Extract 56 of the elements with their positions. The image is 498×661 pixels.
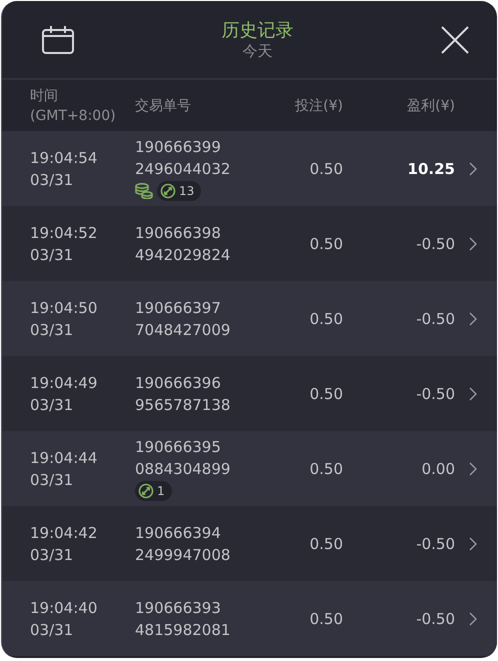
header-title: 历史记录 [222, 20, 294, 42]
stake-cell-text: 0.50 [308, 534, 343, 554]
stake-cell-text: 0.50 [308, 384, 343, 404]
column-header: 投注(¥) [294, 96, 343, 116]
table-row[interactable]: 19:04:52 03/31 190666398 4942029824 0.50 -0.50 [2, 206, 497, 281]
column-header: 时间 (GMT+8:00) [30, 86, 117, 126]
stake-cell-text: 0.50 [308, 608, 343, 630]
profit-cell-text: -0.50 [415, 534, 455, 554]
time-cell-text: 19:04:52 03/31 [30, 222, 98, 266]
calendar-button[interactable] [42, 26, 74, 54]
order-number: 190666397 7048427009 [135, 298, 232, 340]
spin-count-badge: 1 [135, 481, 172, 501]
chevron-right-icon [469, 536, 477, 550]
table-row[interactable]: 19:04:44 03/31 190666395 0884304899 1 0.50 0.00 [2, 431, 497, 506]
chevron-right-icon [469, 462, 477, 476]
profit-cell-text: -0.50 [415, 308, 455, 330]
calendar-icon [42, 26, 74, 54]
header-subtitle: 今天 [242, 42, 274, 60]
chevron-right-icon [469, 162, 477, 176]
table-row[interactable]: 19:04:49 03/31 190666396 9565787138 0.50 -0.50 [2, 356, 497, 431]
stake-cell-text: 0.50 [308, 458, 343, 480]
profit-cell-text: -0.50 [415, 234, 455, 254]
order-number: 190666396 9565787138 [135, 372, 232, 416]
chevron-right-icon [469, 612, 477, 626]
profit-cell-text: -0.50 [415, 384, 455, 404]
profit-cell-text: 10.25 [406, 158, 455, 180]
spin-icon [138, 483, 154, 499]
spin-count-badge: 13 [157, 181, 202, 201]
order-number: 190666398 4942029824 [135, 222, 232, 266]
time-cell-text: 19:04:42 03/31 [30, 522, 98, 566]
order-number: 190666395 0884304899 [135, 437, 232, 480]
profit-cell-text: -0.50 [415, 608, 455, 630]
order-number: 190666399 2496044032 [135, 137, 232, 180]
close-icon [441, 26, 469, 54]
order-number: 190666394 2499947008 [135, 522, 232, 566]
close-button[interactable] [441, 26, 469, 54]
time-cell-text: 19:04:40 03/31 [30, 598, 98, 640]
stake-cell-text: 0.50 [308, 158, 343, 180]
time-cell-text: 19:04:54 03/31 [30, 148, 98, 190]
column-header: 盈利(¥) [406, 96, 455, 116]
table-row[interactable]: 19:04:40 03/31 190666393 4815982081 0.50 -0.50 [2, 581, 497, 656]
chevron-right-icon [469, 312, 477, 326]
chevron-right-icon [469, 386, 477, 400]
column-header: 交易单号 [135, 96, 192, 116]
chevron-right-icon [469, 236, 477, 250]
spin-icon [160, 183, 176, 199]
order-number: 190666393 4815982081 [135, 598, 232, 640]
time-cell-text: 19:04:49 03/31 [30, 372, 98, 416]
stake-cell-text: 0.50 [308, 234, 343, 254]
table-row[interactable]: 19:04:54 03/31 190666399 2496044032 13 0.50 10.25 [2, 131, 497, 206]
stake-cell-text: 0.50 [308, 308, 343, 330]
time-cell-text: 19:04:44 03/31 [30, 448, 98, 490]
time-cell-text: 19:04:50 03/31 [30, 298, 98, 340]
profit-cell-text: 0.00 [420, 458, 455, 480]
table-row[interactable]: 19:04:42 03/31 190666394 2499947008 0.50 -0.50 [2, 506, 497, 581]
table-row[interactable]: 19:04:50 03/31 190666397 7048427009 0.50 -0.50 [2, 281, 497, 356]
